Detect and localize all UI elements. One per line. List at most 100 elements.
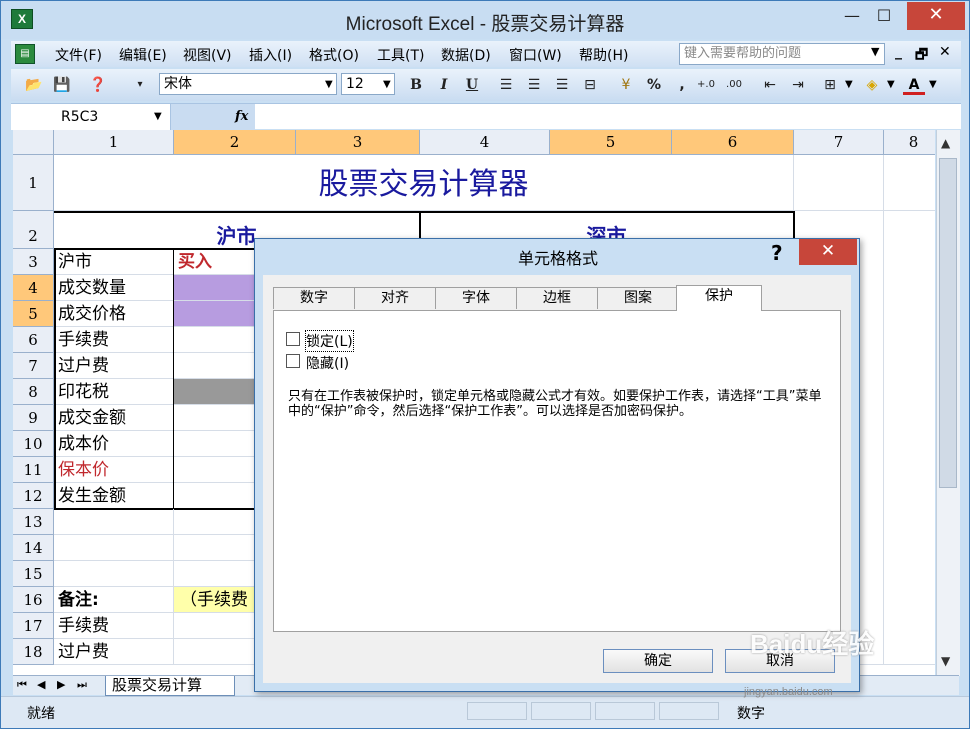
select-all-corner[interactable]	[13, 130, 54, 155]
column-header[interactable]: 8	[884, 130, 935, 155]
chevron-down-icon[interactable]: ▼	[887, 79, 895, 90]
workbook-restore-button[interactable]: 🗗	[915, 44, 928, 68]
cell-label[interactable]: 成本价	[54, 431, 174, 457]
percent-button[interactable]: %	[643, 75, 665, 95]
bold-button[interactable]: B	[405, 75, 427, 95]
scroll-up-icon[interactable]: ▲	[941, 136, 950, 150]
menu-tools[interactable]: 工具(T)	[377, 45, 424, 65]
cell-label[interactable]: 成交数量	[54, 275, 174, 301]
cell-note-label[interactable]: 备注:	[54, 587, 174, 613]
tab-alignment[interactable]: 对齐	[354, 287, 436, 309]
row-header[interactable]: 1	[13, 155, 54, 211]
cell-label[interactable]: 成交价格	[54, 301, 174, 327]
row-header[interactable]: 13	[13, 509, 54, 535]
function-icon[interactable]: fx	[235, 109, 248, 124]
underline-button[interactable]: U	[461, 75, 483, 95]
row-header[interactable]: 17	[13, 613, 54, 639]
toolbar-options-icon[interactable]: ▾	[129, 75, 151, 95]
menu-data[interactable]: 数据(D)	[441, 45, 491, 65]
cell-label[interactable]: 发生金额	[54, 483, 174, 509]
cell-label[interactable]: 手续费	[54, 327, 174, 353]
decrease-indent-icon[interactable]: ⇤	[759, 75, 781, 95]
scroll-down-icon[interactable]: ▼	[941, 654, 950, 668]
cell-label-red[interactable]: 保本价	[54, 457, 174, 483]
column-header[interactable]: 5	[550, 130, 672, 155]
cell-label[interactable]: 成交金额	[54, 405, 174, 431]
workbook-close-button[interactable]: ✕	[939, 44, 951, 60]
name-box[interactable]: R5C3	[11, 104, 171, 130]
increase-decimal-button[interactable]: +.0	[695, 75, 717, 95]
next-sheet-icon[interactable]: ▶	[57, 678, 65, 691]
cell[interactable]	[54, 561, 174, 587]
help-icon[interactable]: ❓	[87, 75, 109, 95]
vertical-scrollbar[interactable]: ▲ ▼	[936, 130, 960, 676]
save-icon[interactable]: 💾	[51, 75, 73, 95]
help-search-input[interactable]: 键入需要帮助的问题	[679, 43, 885, 65]
cell-label[interactable]: 过户费	[54, 353, 174, 379]
row-header[interactable]: 18	[13, 639, 54, 665]
dialog-close-button[interactable]: ✕	[799, 239, 857, 265]
column-header[interactable]: 6	[672, 130, 794, 155]
chevron-down-icon[interactable]: ▼	[845, 79, 853, 90]
cell-market-label[interactable]: 沪市	[54, 249, 174, 275]
align-left-icon[interactable]: ☰	[495, 75, 517, 95]
row-header[interactable]: 16	[13, 587, 54, 613]
comma-button[interactable]: ,	[671, 75, 693, 95]
workbook-minimize-button[interactable]: _	[895, 44, 902, 60]
ok-button[interactable]: 确定	[603, 649, 713, 673]
cell[interactable]	[54, 535, 174, 561]
font-name-select[interactable]: 宋体	[159, 73, 337, 95]
cell[interactable]	[884, 155, 935, 211]
font-color-button[interactable]: A	[903, 75, 925, 95]
row-header[interactable]: 12	[13, 483, 54, 509]
chevron-down-icon[interactable]: ▼	[383, 79, 391, 90]
increase-indent-icon[interactable]: ⇥	[787, 75, 809, 95]
locked-label[interactable]: 锁定(L)	[305, 330, 354, 352]
last-sheet-icon[interactable]: ⏭	[77, 678, 87, 692]
chevron-down-icon[interactable]: ▼	[325, 79, 333, 90]
italic-button[interactable]: I	[433, 75, 455, 95]
row-header[interactable]: 4	[13, 275, 54, 301]
close-window-button[interactable]: ✕	[907, 2, 965, 30]
sheet-tab[interactable]: 股票交易计算	[105, 676, 235, 696]
menu-insert[interactable]: 插入(I)	[249, 45, 292, 65]
column-header[interactable]: 3	[296, 130, 420, 155]
column-header[interactable]: 7	[794, 130, 884, 155]
cell[interactable]	[884, 211, 935, 665]
cell-label[interactable]: 手续费	[54, 613, 174, 639]
cell-label[interactable]: 过户费	[54, 639, 174, 665]
row-header[interactable]: 9	[13, 405, 54, 431]
row-header[interactable]: 10	[13, 431, 54, 457]
row-header[interactable]: 2	[13, 211, 54, 249]
chevron-down-icon[interactable]: ▼	[154, 111, 162, 122]
chevron-down-icon[interactable]: ▼	[929, 79, 937, 90]
row-header[interactable]: 8	[13, 379, 54, 405]
column-header[interactable]: 4	[420, 130, 550, 155]
merge-center-icon[interactable]: ⊟	[579, 75, 601, 95]
cell[interactable]	[54, 509, 174, 535]
tab-border[interactable]: 边框	[516, 287, 598, 309]
tab-number[interactable]: 数字	[273, 287, 355, 309]
sheet-title[interactable]: 股票交易计算器	[54, 155, 794, 211]
menu-window[interactable]: 窗口(W)	[509, 45, 562, 65]
tab-protection[interactable]: 保护	[676, 285, 762, 311]
cell[interactable]	[794, 155, 884, 211]
row-header[interactable]: 14	[13, 535, 54, 561]
menu-format[interactable]: 格式(O)	[309, 45, 359, 65]
maximize-button[interactable]: ☐	[869, 3, 899, 29]
row-header[interactable]: 11	[13, 457, 54, 483]
menu-edit[interactable]: 编辑(E)	[119, 45, 167, 65]
column-header[interactable]: 2	[174, 130, 296, 155]
hidden-label[interactable]: 隐藏(I)	[306, 353, 349, 373]
currency-icon[interactable]: ¥	[615, 75, 637, 95]
formula-input[interactable]	[257, 104, 957, 130]
hidden-checkbox[interactable]	[286, 354, 300, 368]
column-header[interactable]: 1	[54, 130, 174, 155]
help-icon[interactable]: ?	[771, 241, 783, 265]
menu-view[interactable]: 视图(V)	[183, 45, 232, 65]
menu-file[interactable]: 文件(F)	[55, 45, 102, 65]
row-header[interactable]: 7	[13, 353, 54, 379]
fill-color-icon[interactable]: ◈	[861, 75, 883, 95]
minimize-button[interactable]: —	[837, 3, 867, 29]
tab-patterns[interactable]: 图案	[597, 287, 679, 309]
